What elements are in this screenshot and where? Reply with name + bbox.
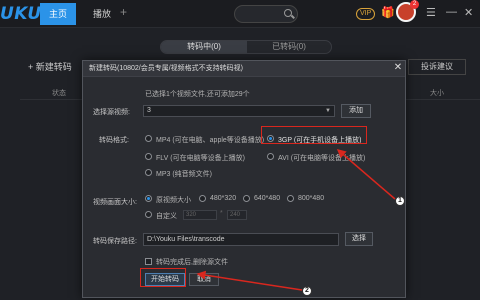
column-size: 大小 bbox=[430, 90, 444, 97]
dialog-close-icon[interactable]: ✕ bbox=[391, 61, 405, 75]
title-bar: UKU 主页 播放 + VIP 2 🎁 ☰ — ✕ bbox=[0, 0, 480, 28]
format-label: 转码格式: bbox=[99, 137, 129, 144]
format-mp3-radio[interactable] bbox=[145, 169, 152, 176]
format-avi-label: AVI (可在电脑等设备上播放) bbox=[278, 155, 366, 162]
format-flv-label: FLV (可在电脑等设备上播放) bbox=[156, 155, 245, 162]
menu-icon[interactable]: ☰ bbox=[426, 6, 436, 19]
chevron-down-icon: ▼ bbox=[325, 108, 331, 114]
delete-source-checkbox[interactable] bbox=[145, 258, 152, 265]
size-800-radio[interactable] bbox=[287, 195, 294, 202]
browse-button[interactable]: 选择 bbox=[345, 232, 373, 246]
new-transcode-dialog: 新建转码(10802/会员专属/视频格式不支持转码视) ✕ 已选择1个视频文件,… bbox=[82, 60, 406, 298]
times-sign: * bbox=[220, 210, 223, 217]
tab-play[interactable]: 播放 bbox=[84, 3, 120, 25]
step-marker-2: 2 bbox=[302, 286, 312, 296]
tab-transcoded[interactable]: 已转码(0) bbox=[247, 41, 331, 53]
minimize-icon[interactable]: — bbox=[446, 6, 457, 18]
source-select-value: 3 bbox=[147, 107, 151, 114]
highlight-3gp-option bbox=[261, 126, 367, 144]
tab-home[interactable]: 主页 bbox=[40, 3, 76, 25]
dialog-title: 新建转码(10802/会员专属/视频格式不支持转码视) bbox=[83, 61, 405, 77]
format-mp3-label: MP3 (纯音频文件) bbox=[156, 171, 212, 178]
vip-badge[interactable]: VIP bbox=[356, 8, 376, 20]
custom-width-input[interactable]: 320 bbox=[183, 210, 217, 220]
custom-height-input[interactable]: 240 bbox=[227, 210, 247, 220]
youku-logo: UKU bbox=[0, 4, 42, 24]
feedback-button[interactable]: 投诉建议 bbox=[408, 59, 466, 75]
notification-badge: 2 bbox=[410, 0, 419, 9]
close-icon[interactable]: ✕ bbox=[464, 6, 473, 19]
tab-transcoding[interactable]: 转码中(0) bbox=[161, 41, 247, 53]
path-label: 转码保存路径: bbox=[93, 238, 137, 245]
format-mp4-label: MP4 (可在电脑、apple等设备播放) bbox=[156, 137, 265, 144]
size-640-label: 640*480 bbox=[254, 195, 281, 202]
format-flv-radio[interactable] bbox=[145, 153, 152, 160]
source-label: 选择源视频: bbox=[93, 109, 130, 116]
gift-icon[interactable]: 🎁 bbox=[381, 6, 395, 19]
add-button[interactable]: 添加 bbox=[341, 104, 371, 118]
format-mp4-radio[interactable] bbox=[145, 135, 152, 142]
size-480-radio[interactable] bbox=[199, 195, 206, 202]
new-transcode-button[interactable]: + 新建转码 bbox=[28, 60, 88, 74]
column-status: 状态 bbox=[52, 90, 66, 97]
search-icon[interactable] bbox=[284, 9, 292, 17]
size-480-label: 480*320 bbox=[210, 195, 237, 202]
cancel-button[interactable]: 取消 bbox=[189, 273, 219, 286]
selected-info: 已选择1个视频文件,还可添加29个 bbox=[145, 91, 250, 98]
transcode-tabs: 转码中(0) 已转码(0) bbox=[160, 40, 332, 54]
highlight-start-button bbox=[140, 268, 186, 287]
search-input[interactable] bbox=[234, 5, 298, 23]
size-custom-radio[interactable] bbox=[145, 211, 152, 218]
delete-source-label: 转码完成后,删除源文件 bbox=[156, 259, 228, 266]
size-original-radio[interactable] bbox=[145, 195, 152, 202]
size-original-label: 原视频大小 bbox=[156, 197, 191, 204]
step-marker-1: 1 bbox=[395, 196, 405, 206]
add-tab-icon[interactable]: + bbox=[120, 5, 127, 19]
save-path-input[interactable]: D:\Youku Files\transcode bbox=[143, 233, 339, 246]
size-640-radio[interactable] bbox=[243, 195, 250, 202]
size-label: 视频画面大小: bbox=[93, 199, 137, 206]
source-select[interactable]: 3 ▼ bbox=[143, 105, 335, 117]
size-custom-label: 自定义 bbox=[156, 213, 177, 220]
format-avi-radio[interactable] bbox=[267, 153, 274, 160]
size-800-label: 800*480 bbox=[298, 195, 325, 202]
